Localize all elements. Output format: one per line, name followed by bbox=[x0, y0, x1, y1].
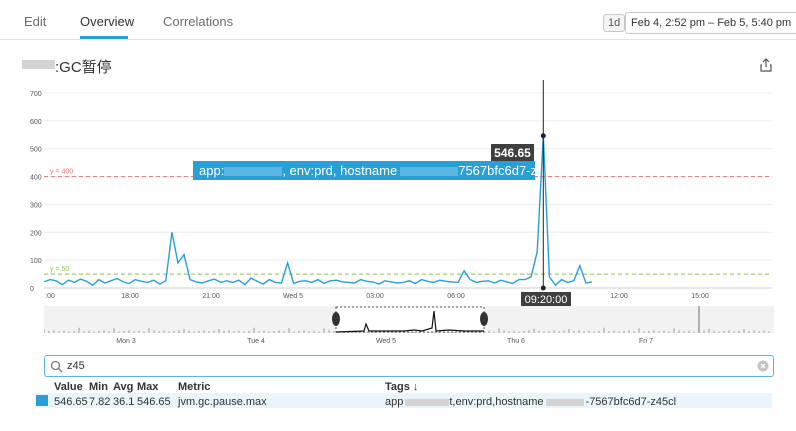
time-range-badge[interactable]: 1d bbox=[603, 14, 626, 32]
navigator-right-handle[interactable] bbox=[480, 312, 488, 326]
redacted-title-block bbox=[22, 60, 55, 69]
y-tick-label: 700 bbox=[30, 91, 42, 98]
navigator-selection[interactable] bbox=[335, 306, 485, 333]
legend-avg: 36.1 bbox=[113, 396, 135, 408]
redacted-block bbox=[545, 398, 584, 406]
legend-metric: jvm.gc.pause.max bbox=[178, 396, 267, 408]
y-tick-label: 500 bbox=[30, 147, 42, 154]
legend-value: 546.65 bbox=[54, 396, 88, 408]
series-tooltip-suffix: 7567bfc6d7-z45cl bbox=[458, 163, 535, 178]
y-tick-label: 400 bbox=[30, 175, 42, 182]
x-tick-label: 12:00 bbox=[610, 293, 628, 300]
range-navigator[interactable]: Mon 3 Tue 4 Wed 5 Thu 6 Fri 7 bbox=[44, 306, 774, 346]
legend-tags-prefix: app bbox=[385, 396, 404, 408]
legend-header-tags[interactable]: Tags ↓ bbox=[385, 381, 418, 393]
threshold-label: y = 50 bbox=[50, 266, 69, 273]
legend-max: 546.65 bbox=[137, 396, 171, 408]
x-tick-label: 21:00 bbox=[202, 293, 220, 300]
share-icon[interactable] bbox=[759, 58, 773, 72]
redacted-block bbox=[400, 167, 459, 177]
legend-header-max[interactable]: Max bbox=[137, 381, 158, 393]
series-color-swatch bbox=[36, 395, 48, 406]
tab-overview[interactable]: Overview bbox=[80, 14, 134, 29]
timeseries-chart[interactable]: 0 100 200 300 400 500 600 700 :00 18:00 21:00 Wed … bbox=[0, 80, 796, 305]
clear-icon[interactable] bbox=[757, 360, 769, 372]
active-tab-indicator bbox=[80, 36, 128, 39]
cursor-axis-point bbox=[540, 285, 546, 291]
search-input[interactable] bbox=[67, 358, 747, 374]
series-search-box[interactable] bbox=[44, 355, 774, 377]
redacted-block bbox=[405, 398, 450, 406]
time-range-input[interactable]: Feb 4, 2:52 pm – Feb 5, 5:40 pm bbox=[625, 12, 796, 34]
navigator-left-handle[interactable] bbox=[332, 312, 340, 326]
x-tick-label: 18:00 bbox=[121, 293, 139, 300]
search-icon bbox=[50, 360, 63, 373]
threshold-markers: y = 400 y = 50 bbox=[44, 169, 772, 275]
navigator-tick-label: Thu 6 bbox=[507, 338, 525, 345]
navigator-tick-label: Wed 5 bbox=[376, 338, 396, 345]
legend-tags-mid: t,env:prd,hostname bbox=[449, 396, 544, 408]
cursor-point bbox=[540, 133, 546, 139]
series-tooltip-mid: , env:prd, hostname bbox=[282, 163, 398, 178]
tab-correlations[interactable]: Correlations bbox=[163, 14, 233, 29]
navigator-tick-label: Fri 7 bbox=[639, 338, 653, 345]
threshold-label: y = 400 bbox=[50, 169, 73, 176]
legend-header-min[interactable]: Min bbox=[89, 381, 108, 393]
y-axis-ticks: 0 100 200 300 400 500 600 700 bbox=[30, 91, 42, 293]
top-tab-bar: Edit Overview Correlations 1d Feb 4, 2:5… bbox=[0, 0, 796, 40]
legend-tags-suffix: -7567bfc6d7-z45cl bbox=[585, 396, 677, 408]
y-tick-label: 300 bbox=[30, 202, 42, 209]
x-axis-ticks: :00 18:00 21:00 Wed 5 03:00 06:00 12:00 15:00 bbox=[45, 293, 709, 300]
series-tooltip: app: , env:prd, hostname 7567bfc6d7-z45cl bbox=[193, 161, 535, 180]
x-tick-label: 03:00 bbox=[366, 293, 384, 300]
legend-header-value[interactable]: Value bbox=[54, 381, 83, 393]
navigator-tick-label: Mon 3 bbox=[116, 338, 136, 345]
legend-header-avg[interactable]: Avg bbox=[113, 381, 133, 393]
navigator-ticks: Mon 3 Tue 4 Wed 5 Thu 6 Fri 7 bbox=[116, 338, 653, 345]
series-tooltip-prefix: app: bbox=[199, 163, 225, 178]
redacted-block bbox=[224, 167, 283, 177]
x-tick-label: Wed 5 bbox=[283, 293, 303, 300]
legend-header-metric[interactable]: Metric bbox=[178, 381, 210, 393]
graph-title: :GC暂停 bbox=[55, 59, 112, 76]
x-tick-label: :00 bbox=[45, 293, 55, 300]
navigator-tick-label: Tue 4 bbox=[247, 338, 265, 345]
tab-edit[interactable]: Edit bbox=[24, 14, 46, 29]
y-tick-label: 100 bbox=[30, 258, 42, 265]
y-tick-label: 600 bbox=[30, 119, 42, 126]
x-tick-label: 06:00 bbox=[447, 293, 465, 300]
y-tick-label: 200 bbox=[30, 230, 42, 237]
legend-min: 7.82 bbox=[89, 396, 111, 408]
legend-tags: app t,env:prd,hostname -7567bfc6d7-z45cl bbox=[385, 396, 676, 408]
y-tick-label: 0 bbox=[30, 286, 34, 293]
chart-gridlines bbox=[44, 92, 772, 289]
x-tick-label: 15:00 bbox=[691, 293, 709, 300]
